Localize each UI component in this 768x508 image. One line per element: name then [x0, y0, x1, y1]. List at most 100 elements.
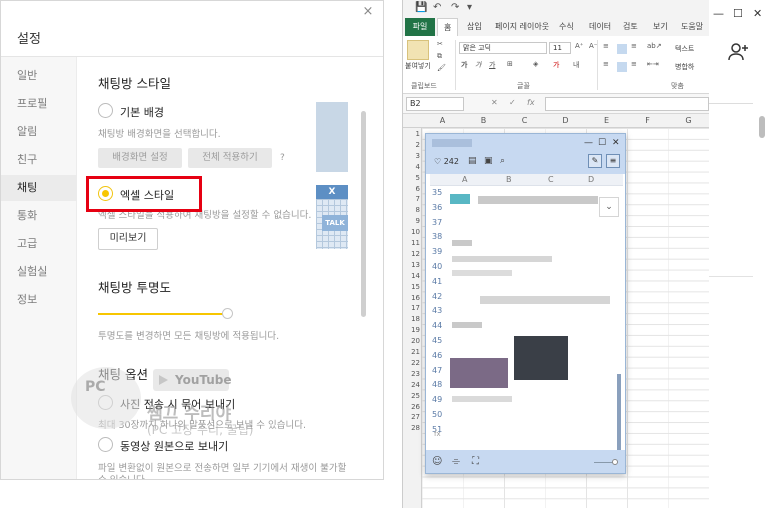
align-middle-icon[interactable] [617, 44, 627, 54]
formula-input[interactable] [545, 97, 709, 111]
tab-help[interactable]: 도움말 [681, 21, 703, 32]
settings-scrollbar[interactable] [361, 111, 366, 317]
close-icon[interactable]: ✕ [753, 7, 762, 20]
tab-page-layout[interactable]: 페이지 레이아웃 [495, 21, 549, 32]
chat-scrollbar[interactable] [617, 374, 621, 454]
row-header[interactable]: 22 [403, 359, 420, 367]
cancel-icon[interactable]: ✕ [491, 98, 498, 107]
pin-icon[interactable]: ✎ [588, 154, 602, 168]
nav-item-friends[interactable]: 친구 [1, 147, 77, 173]
row-header[interactable]: 6 [403, 185, 420, 193]
redo-icon[interactable]: ↷ [451, 2, 459, 13]
menu-icon[interactable]: ≡ [606, 154, 620, 168]
tab-home[interactable]: 홈 [437, 18, 459, 36]
row-header[interactable]: 18 [403, 315, 420, 323]
customize-icon[interactable]: ▾ [467, 2, 472, 13]
row-header[interactable]: 11 [403, 239, 420, 247]
tab-insert[interactable]: 삽입 [467, 21, 482, 32]
save-icon[interactable]: 💾 [415, 2, 427, 13]
apply-all-button[interactable]: 전체 적용하기 [188, 148, 272, 168]
nav-item-notification[interactable]: 알림 [1, 119, 77, 145]
nav-item-advanced[interactable]: 고급 [1, 231, 77, 257]
tab-formulas[interactable]: 수식 [559, 21, 574, 32]
grow-font-icon[interactable]: A⁺ [575, 42, 583, 50]
preview-button[interactable]: 미리보기 [98, 228, 158, 250]
paste-icon[interactable] [407, 40, 429, 60]
align-left-icon[interactable]: ≡ [603, 60, 609, 68]
font-name-select[interactable]: 맑은 고딕 [459, 42, 547, 54]
row-header[interactable]: 24 [403, 381, 420, 389]
underline-icon[interactable]: 가 [489, 60, 495, 70]
merge-center-button[interactable]: 병합하 [675, 62, 694, 72]
chat-message-area[interactable]: A B C D 35 36 37 38 39 40 41 42 43 44 45 46 47 48 49 50… [430, 174, 623, 454]
nav-item-call[interactable]: 통화 [1, 203, 77, 229]
cut-icon[interactable]: ✂ [437, 40, 443, 48]
transparency-slider-track[interactable] [98, 313, 228, 315]
row-header[interactable]: 8 [403, 206, 420, 214]
side-panel-scrollbar[interactable] [759, 116, 765, 138]
font-size-select[interactable]: 11 [549, 42, 571, 54]
border-icon[interactable]: ⊞ [507, 60, 513, 68]
orientation-icon[interactable]: ab↗ [647, 42, 662, 50]
col-header[interactable]: A [422, 116, 463, 125]
minimize-icon[interactable]: — [713, 7, 724, 20]
row-header[interactable]: 9 [403, 217, 420, 225]
col-header[interactable]: F [627, 116, 668, 125]
function-icon[interactable]: fx [527, 98, 535, 107]
row-header[interactable]: 1 [403, 130, 420, 138]
row-header[interactable]: 2 [403, 141, 420, 149]
row-header[interactable]: 7 [403, 195, 420, 203]
paste-label[interactable]: 붙여넣기 [405, 61, 431, 71]
maximize-icon[interactable]: ☐ [733, 7, 743, 20]
undo-icon[interactable]: ↶ [433, 2, 441, 13]
font-color-icon[interactable]: 가 [553, 60, 559, 70]
attach-icon[interactable]: ⌯ [452, 456, 460, 467]
row-header[interactable]: 14 [403, 272, 420, 280]
wrap-text-button[interactable]: 텍스트 [675, 44, 694, 54]
row-header[interactable]: 15 [403, 283, 420, 291]
chevron-down-icon[interactable]: ⌄ [599, 197, 619, 217]
radio-basic-background[interactable] [98, 103, 113, 118]
transparency-slider-knob[interactable] [222, 308, 233, 319]
row-header[interactable]: 5 [403, 174, 420, 182]
tab-view[interactable]: 보기 [653, 21, 668, 32]
row-header[interactable]: 25 [403, 392, 420, 400]
capture-icon[interactable]: ⛶ [472, 456, 479, 467]
row-header[interactable]: 19 [403, 326, 420, 334]
row-header[interactable]: 10 [403, 228, 420, 236]
row-header[interactable]: 17 [403, 304, 420, 312]
row-header[interactable]: 16 [403, 294, 420, 302]
chat-opacity-knob[interactable] [612, 459, 618, 465]
row-header[interactable]: 20 [403, 337, 420, 345]
add-friend-icon[interactable] [727, 40, 751, 64]
row-header[interactable]: 27 [403, 413, 420, 421]
align-right-icon[interactable]: ≡ [631, 60, 637, 68]
align-bottom-icon[interactable]: ≡ [631, 42, 637, 50]
row-header[interactable]: 3 [403, 152, 420, 160]
tab-file[interactable]: 파일 [405, 18, 435, 36]
chat-minimize-icon[interactable]: — [584, 138, 593, 148]
italic-icon[interactable]: 가 [475, 60, 481, 70]
align-top-icon[interactable]: ≡ [603, 42, 609, 50]
notice-icon[interactable]: ▤ [468, 156, 477, 166]
search-icon[interactable]: ⌕ [500, 156, 505, 166]
format-painter-icon[interactable]: 🖌 [437, 64, 446, 72]
emoticon-icon[interactable]: ☺ [432, 456, 442, 467]
col-header[interactable]: B [463, 116, 504, 125]
tab-data[interactable]: 데이터 [589, 21, 611, 32]
nav-item-general[interactable]: 일반 [1, 63, 77, 89]
col-header[interactable]: D [545, 116, 586, 125]
row-header[interactable]: 28 [403, 424, 420, 432]
name-box[interactable]: B2 [406, 97, 464, 111]
chat-close-icon[interactable]: ✕ [612, 138, 620, 148]
enter-icon[interactable]: ✓ [509, 98, 516, 107]
col-header[interactable]: G [668, 116, 709, 125]
nav-item-lab[interactable]: 실험실 [1, 259, 77, 285]
close-icon[interactable]: × [361, 5, 375, 19]
copy-icon[interactable]: ⧉ [437, 52, 442, 61]
phonetic-icon[interactable]: 내 [573, 60, 579, 70]
archive-icon[interactable]: ▣ [484, 156, 493, 166]
row-header[interactable]: 21 [403, 348, 420, 356]
nav-item-profile[interactable]: 프로필 [1, 91, 77, 117]
fill-color-icon[interactable]: ◈ [533, 60, 538, 68]
